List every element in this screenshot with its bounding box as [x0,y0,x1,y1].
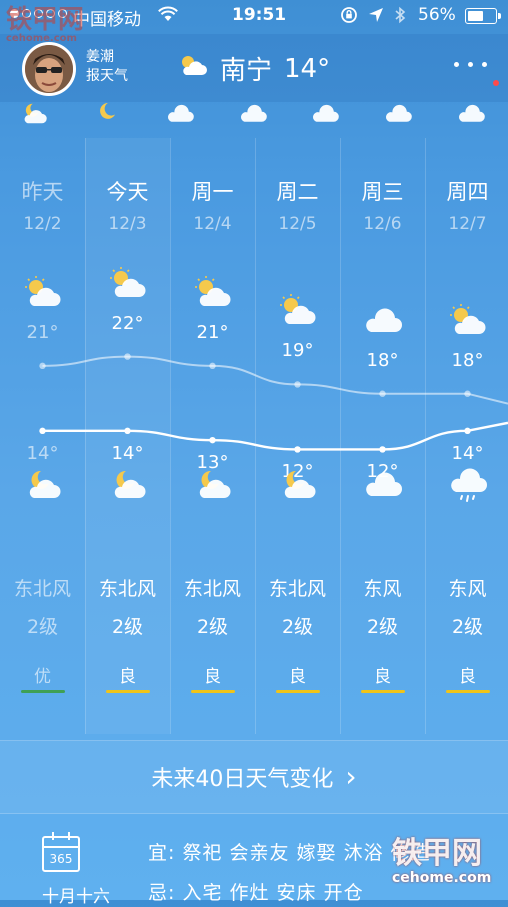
low-temperature-point [209,437,215,443]
bluetooth-icon [394,6,406,29]
anchor-name: 姜潮 [86,48,128,67]
low-temperature-point [464,428,470,434]
high-temperature-point [464,391,470,397]
calendar-icon: 365 [42,836,80,872]
hourly-cell [372,102,424,131]
battery-icon [465,8,497,24]
battery-percent: 56% [418,5,456,25]
high-temperature-point [209,363,215,369]
high-temperature-line [43,357,508,404]
watermark-bottom-right: 铁甲网 cehome.com [392,838,491,886]
cloudy-night-icon [20,102,49,131]
notification-dot [493,80,499,86]
anchor-label[interactable]: 姜潮 报天气 [86,48,128,86]
low-temperature-point [379,446,385,452]
low-temperature-point [124,428,130,434]
cloud-icon [384,102,413,131]
lunar-date: 十月十六 [42,882,110,907]
rotation-lock-icon [340,6,358,29]
app-header: 姜潮 报天气 南宁 14° [0,34,508,102]
daily-forecast-grid: 昨天12/221°14°东北风2级优今天12/322°14°东北风2级良周一12… [0,138,508,734]
cloud-icon [457,102,486,131]
cloud-icon [311,102,340,131]
low-temperature-line [43,423,508,450]
hourly-cell [8,102,60,131]
anchor-avatar[interactable] [22,42,76,96]
low-temperature-point [39,428,45,434]
moon-icon [96,102,118,131]
city-title[interactable]: 南宁 14° [178,50,330,87]
chevron-right-icon: › [345,766,356,788]
forty-day-label: 未来40日天气变化 [151,761,333,793]
hourly-cell [81,102,133,131]
anchor-tagline: 报天气 [86,67,128,86]
high-temperature-point [294,381,300,387]
location-arrow-icon [368,7,384,28]
auspicious-label: 宜: [148,842,175,864]
partly-cloudy-day-icon [178,53,208,84]
current-temperature: 14° [284,54,330,84]
cloud-icon [166,102,195,131]
high-temperature-point [124,353,130,359]
hourly-cell [227,102,279,131]
hourly-forecast-strip[interactable] [0,96,508,136]
high-temperature-point [379,391,385,397]
temperature-trend-chart [0,138,508,734]
cloud-icon [239,102,268,131]
hourly-cell [300,102,352,131]
wifi-icon [158,6,178,27]
auspicious-row: 宜: 祭祀 会亲友 嫁娶 沐浴 修造 [148,838,431,865]
high-temperature-point [39,363,45,369]
city-name: 南宁 [220,50,272,87]
more-menu-button[interactable] [454,62,487,67]
watermark-top-left: 铁甲网 cehome.com [6,6,84,44]
inauspicious-row: 忌: 入宅 作灶 安床 开仓 [148,878,364,905]
inauspicious-items: 入宅 作灶 安床 开仓 [182,882,363,904]
low-temperature-point [294,446,300,452]
calendar-number: 365 [44,852,78,866]
inauspicious-label: 忌: [148,882,175,904]
hourly-cell [154,102,206,131]
clock: 19:51 [232,5,286,25]
forty-day-trend-button[interactable]: 未来40日天气变化 › [0,740,508,814]
hourly-cell [445,102,497,131]
